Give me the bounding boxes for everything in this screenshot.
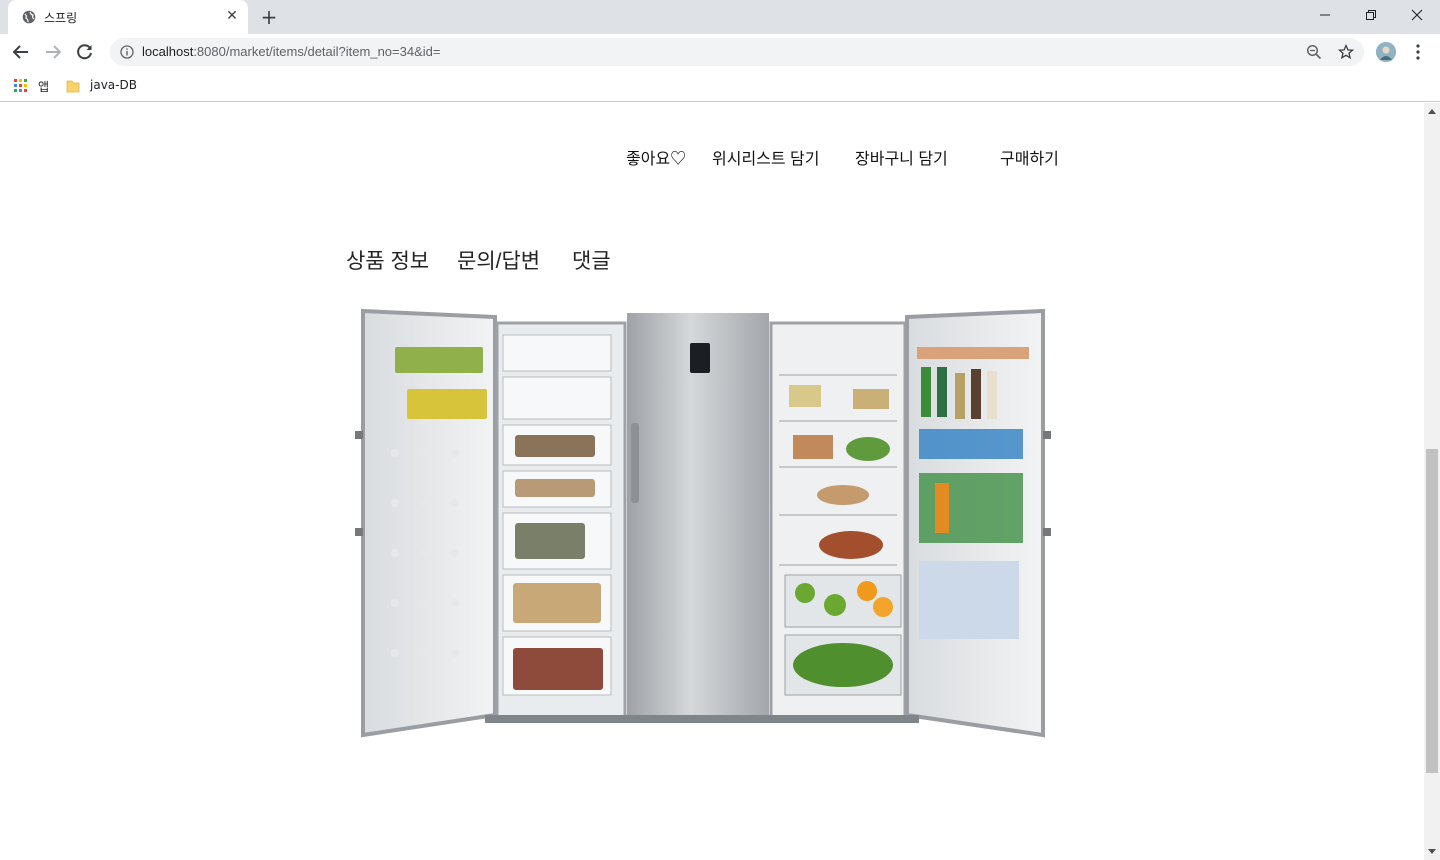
close-icon [1411, 9, 1423, 21]
bookmarks-bar: 앱 java-DB [0, 70, 1440, 102]
arrow-right-icon [46, 45, 62, 59]
reload-icon [77, 44, 92, 60]
more-menu-icon[interactable] [1410, 42, 1426, 62]
tab-strip: 스프링 ✕ + [0, 0, 1440, 34]
tab-title: 스프링 [44, 11, 78, 25]
tab-comments[interactable]: 댓글 [572, 245, 611, 275]
scroll-up-icon[interactable] [1428, 109, 1436, 114]
star-icon[interactable] [1338, 44, 1354, 60]
minimize-icon [1320, 14, 1330, 16]
scroll-thumb[interactable] [1426, 449, 1438, 773]
bookmark-label: java-DB [90, 78, 137, 92]
product-image [355, 308, 1051, 738]
folder-icon [66, 80, 80, 93]
forward-button[interactable] [40, 39, 66, 65]
restore-button[interactable] [1348, 0, 1394, 30]
globe-icon [22, 10, 36, 24]
wishlist-button[interactable]: 위시리스트 담기 [712, 145, 820, 169]
url-text[interactable]: localhost:8080/market/items/detail?item_… [142, 44, 440, 59]
buy-button[interactable]: 구매하기 [1000, 145, 1059, 169]
tab-close-icon[interactable]: ✕ [224, 8, 240, 24]
cart-button[interactable]: 장바구니 담기 [855, 145, 948, 169]
bookmark-java-db[interactable]: java-DB [66, 77, 146, 95]
restore-icon [1366, 10, 1376, 20]
browser-toolbar: localhost:8080/market/items/detail?item_… [0, 34, 1440, 70]
arrow-left-icon [12, 45, 28, 59]
apps-grid-icon [14, 79, 27, 92]
scroll-down-icon[interactable] [1428, 849, 1436, 854]
avatar-icon [1376, 42, 1396, 62]
close-window-button[interactable] [1394, 0, 1440, 30]
new-tab-button[interactable]: + [258, 6, 280, 28]
page-viewport: 좋아요♡ 위시리스트 담기 장바구니 담기 구매하기 상품 정보 문의/답변 댓… [0, 103, 1424, 860]
profile-avatar[interactable] [1376, 42, 1396, 62]
tab-product-info[interactable]: 상품 정보 [346, 245, 429, 275]
browser-tab[interactable]: 스프링 ✕ [8, 0, 248, 34]
back-button[interactable] [8, 39, 34, 65]
bookmark-label: 앱 [38, 80, 50, 94]
info-icon[interactable] [120, 45, 134, 59]
tab-qna[interactable]: 문의/답변 [457, 245, 540, 275]
reload-button[interactable] [72, 39, 98, 65]
url-host: localhost [142, 44, 194, 59]
vertical-scrollbar[interactable] [1424, 103, 1440, 860]
like-button[interactable]: 좋아요♡ [626, 145, 686, 169]
bookmark-apps[interactable]: 앱 [14, 77, 64, 95]
zoom-icon[interactable] [1306, 44, 1322, 60]
minimize-button[interactable] [1302, 0, 1348, 30]
address-bar[interactable]: localhost:8080/market/items/detail?item_… [110, 38, 1364, 66]
url-path: :8080/market/items/detail?item_no=34&id= [193, 44, 441, 59]
